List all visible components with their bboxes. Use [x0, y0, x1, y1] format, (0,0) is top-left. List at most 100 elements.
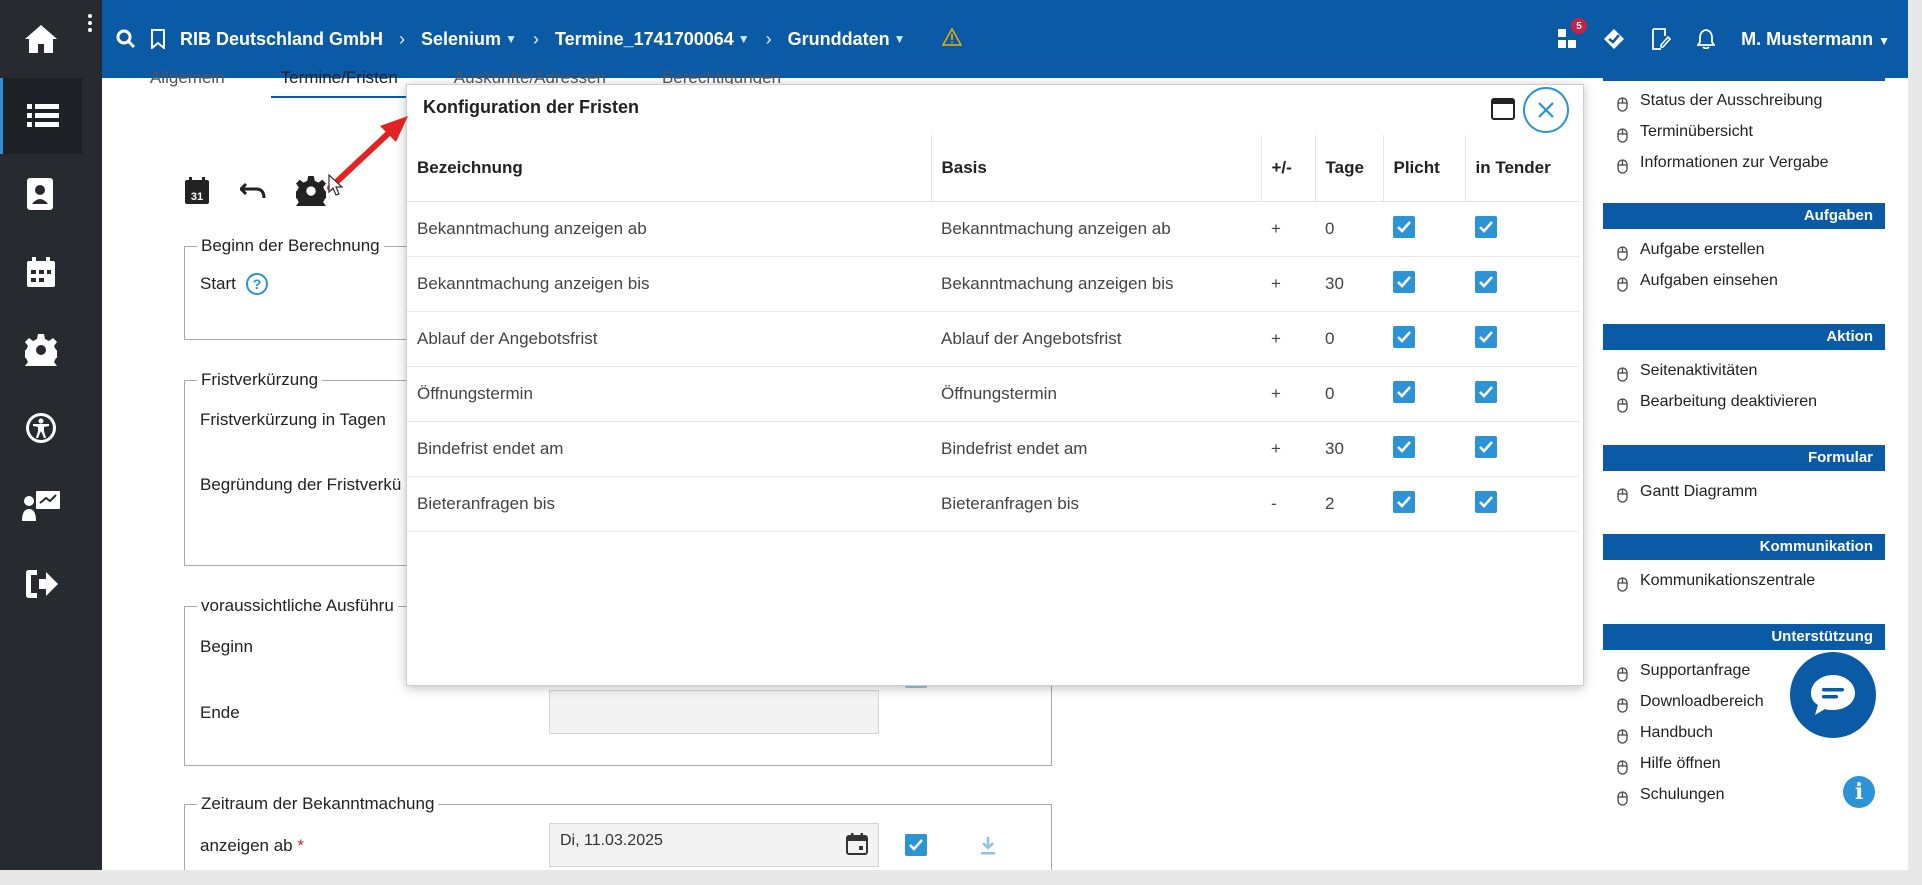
cell-plicht — [1383, 476, 1465, 532]
cell-tage: 2 — [1315, 476, 1383, 532]
sidebar-link-hilfe[interactable]: Hilfe öffnen — [1603, 748, 1885, 779]
menu-toggle[interactable] — [82, 0, 102, 870]
cell-bezeichnung: Öffnungstermin — [407, 366, 931, 422]
chat-button[interactable] — [1790, 652, 1876, 738]
plicht-checkbox[interactable] — [1393, 216, 1415, 239]
in-tender-checkbox[interactable] — [1475, 326, 1497, 349]
col-plicht[interactable]: Plicht — [1383, 135, 1466, 202]
sidebar-section-title: Aufgaben — [1603, 203, 1885, 229]
mouse-icon — [1617, 483, 1628, 514]
table-header-row: Bezeichnung Basis +/- Tage Plicht in Ten… — [407, 135, 1579, 202]
calendar-icon[interactable] — [846, 833, 868, 860]
cell-plicht — [1383, 311, 1465, 367]
notifications-stack-icon[interactable]: 5 — [1557, 18, 1588, 50]
start-label: Start — [200, 274, 236, 293]
sidebar-section-aufgaben: Aufgaben Aufgabe erstellen Aufgaben eins… — [1603, 203, 1885, 296]
sidebar-link-label: Status der Ausschreibung — [1640, 92, 1823, 109]
sidebar-link-aufgaben-einsehen[interactable]: Aufgaben einsehen — [1603, 265, 1885, 296]
sidebar-link-label: Terminübersicht — [1640, 123, 1753, 140]
sidebar-link-aufgabe-erstellen[interactable]: Aufgabe erstellen — [1603, 234, 1885, 265]
sidebar-link-terminuebersicht[interactable]: Terminübersicht — [1603, 116, 1885, 147]
contact-book-icon[interactable] — [0, 156, 82, 232]
col-tage[interactable]: Tage — [1315, 135, 1384, 202]
sidebar-link-label: Seitenaktivitäten — [1640, 362, 1758, 379]
logout-icon[interactable] — [0, 546, 82, 622]
home-icon[interactable] — [0, 0, 82, 78]
accessibility-icon[interactable] — [0, 390, 82, 466]
plicht-checkbox[interactable] — [1393, 436, 1415, 459]
plicht-checkbox[interactable] — [1393, 381, 1415, 404]
chevron-down-icon[interactable]: ▼ — [738, 32, 750, 46]
plicht-checkbox[interactable] — [1393, 491, 1415, 514]
chevron-down-icon[interactable]: ▼ — [894, 32, 906, 46]
close-icon — [1538, 102, 1554, 118]
required-mark: * — [297, 836, 304, 855]
sidebar-section-title: Aktion — [1603, 324, 1885, 350]
info-icon[interactable]: i — [1843, 776, 1875, 808]
table-row[interactable]: Bekanntmachung anzeigen ab Bekanntmachung… — [407, 201, 1579, 257]
document-edit-icon[interactable] — [1651, 28, 1672, 50]
undo-icon[interactable] — [238, 181, 266, 206]
group-legend: voraussichtliche Ausführu — [201, 596, 394, 615]
plicht-checkbox[interactable] — [1393, 326, 1415, 349]
anzeigen-ab-checkbox[interactable] — [905, 834, 927, 856]
table-row[interactable]: Bekanntmachung anzeigen bis Bekanntmachun… — [407, 256, 1579, 312]
close-button[interactable] — [1523, 87, 1569, 133]
tab-allgemein[interactable]: Allgemein — [140, 68, 235, 98]
table-row[interactable]: Bieteranfragen bis Bieteranfragen bis -2 — [407, 476, 1579, 532]
svg-text:?: ? — [253, 276, 262, 292]
breadcrumb-termine[interactable]: Termine_1741700064 — [555, 29, 734, 50]
sidebar-top-links: Status der Ausschreibung Terminübersicht… — [1603, 78, 1885, 178]
bookmark-icon[interactable] — [150, 29, 166, 49]
sidebar-link-informationen[interactable]: Informationen zur Vergabe — [1603, 147, 1885, 178]
in-tender-checkbox[interactable] — [1475, 436, 1497, 459]
help-icon[interactable]: ? — [245, 272, 269, 301]
group-legend: Beginn der Berechnung — [201, 236, 380, 255]
anzeigen-ab-date-input[interactable]: Di, 11.03.2025 — [549, 823, 879, 867]
cell-in-tender — [1465, 256, 1579, 312]
col-sign[interactable]: +/- — [1261, 135, 1316, 202]
more-vertical-icon[interactable] — [88, 14, 92, 35]
svg-text:31: 31 — [191, 191, 203, 203]
col-bezeichnung[interactable]: Bezeichnung — [407, 135, 932, 202]
cell-sign: + — [1261, 311, 1315, 367]
mouse-icon — [1617, 393, 1628, 424]
chevron-down-icon[interactable]: ▼ — [505, 32, 517, 46]
table-row[interactable]: Bindefrist endet am Bindefrist endet am +3… — [407, 421, 1579, 477]
breadcrumb-grunddaten[interactable]: Grunddaten — [788, 29, 890, 50]
sidebar-link-seitenaktivitaeten[interactable]: Seitenaktivitäten — [1603, 355, 1885, 386]
breadcrumb-company[interactable]: RIB Deutschland GmbH — [180, 29, 383, 50]
maximize-icon[interactable] — [1491, 98, 1515, 125]
sidebar-link-gantt[interactable]: Gantt Diagramm — [1603, 476, 1885, 507]
table-row[interactable]: Ablauf der Angebotsfrist Ablauf der Angeb… — [407, 311, 1579, 367]
presentation-icon[interactable] — [0, 468, 82, 544]
list-menu-icon[interactable] — [0, 78, 82, 154]
download-icon[interactable] — [978, 836, 998, 861]
in-tender-checkbox[interactable] — [1475, 491, 1497, 514]
anzeigen-ab-label: anzeigen ab * — [200, 836, 304, 856]
warning-icon — [941, 26, 962, 51]
bell-icon[interactable] — [1697, 29, 1716, 49]
chevron-down-icon: ▼ — [1878, 33, 1890, 48]
breadcrumb-selenium[interactable]: Selenium — [421, 29, 501, 50]
table-row[interactable]: Öffnungstermin Öffnungstermin +0 — [407, 366, 1579, 422]
user-menu[interactable]: M. Mustermann ▼ — [1741, 29, 1890, 50]
cell-sign: - — [1261, 476, 1315, 532]
col-basis[interactable]: Basis — [931, 135, 1262, 202]
col-in-tender[interactable]: in Tender — [1465, 135, 1579, 202]
tab-termine-fristen[interactable]: Termine/Fristen — [270, 68, 408, 98]
sidebar-link-status[interactable]: Status der Ausschreibung — [1603, 85, 1885, 116]
in-tender-checkbox[interactable] — [1475, 216, 1497, 239]
calendar-31-icon[interactable]: 31 — [184, 177, 210, 210]
sidebar-section-title: Formular — [1603, 445, 1885, 471]
in-tender-checkbox[interactable] — [1475, 381, 1497, 404]
search-icon[interactable] — [116, 29, 136, 49]
sidebar-link-kommunikationszentrale[interactable]: Kommunikationszentrale — [1603, 565, 1885, 596]
settings-icon[interactable] — [0, 312, 82, 388]
in-tender-checkbox[interactable] — [1475, 271, 1497, 294]
sidebar-link-bearbeitung-deaktivieren[interactable]: Bearbeitung deaktivieren — [1603, 386, 1885, 417]
ende-input[interactable] — [549, 690, 879, 734]
tasks-icon[interactable] — [1603, 28, 1625, 50]
plicht-checkbox[interactable] — [1393, 271, 1415, 294]
calendar-icon[interactable] — [0, 234, 82, 310]
